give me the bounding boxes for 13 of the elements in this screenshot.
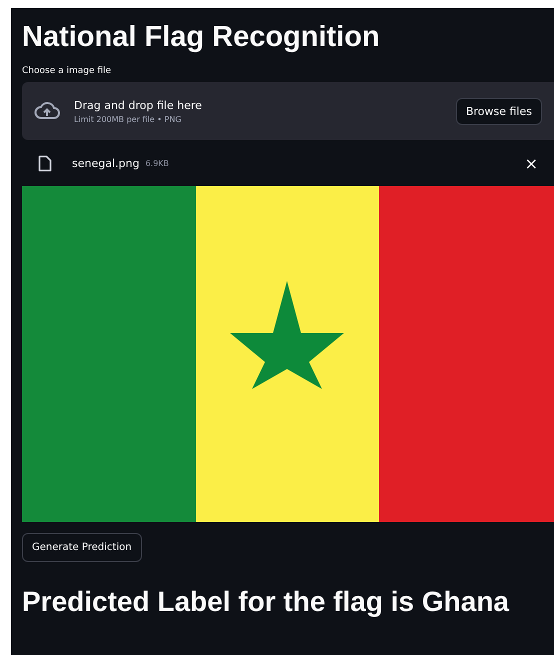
prediction-heading: Predicted Label for the flag is Ghana <box>22 586 510 618</box>
browse-files-button[interactable]: Browse files <box>456 98 542 124</box>
drop-zone[interactable]: Drag and drop file here Limit 200MB per file • PNG Browse files <box>22 82 554 140</box>
drop-instruction: Drag and drop file here <box>74 98 203 112</box>
limit-text: Limit 200MB per file • PNG <box>74 114 182 124</box>
page-title: National Flag Recognition <box>22 21 381 54</box>
cloud-upload-icon <box>34 101 60 121</box>
uploader-label: Choose a image file <box>22 66 112 76</box>
generate-prediction-button[interactable]: Generate Prediction <box>22 533 142 562</box>
file-name: senegal.png <box>72 156 140 170</box>
file-size: 6.9KB <box>145 158 170 168</box>
file-icon <box>38 154 52 172</box>
close-button[interactable]: × <box>520 154 542 172</box>
